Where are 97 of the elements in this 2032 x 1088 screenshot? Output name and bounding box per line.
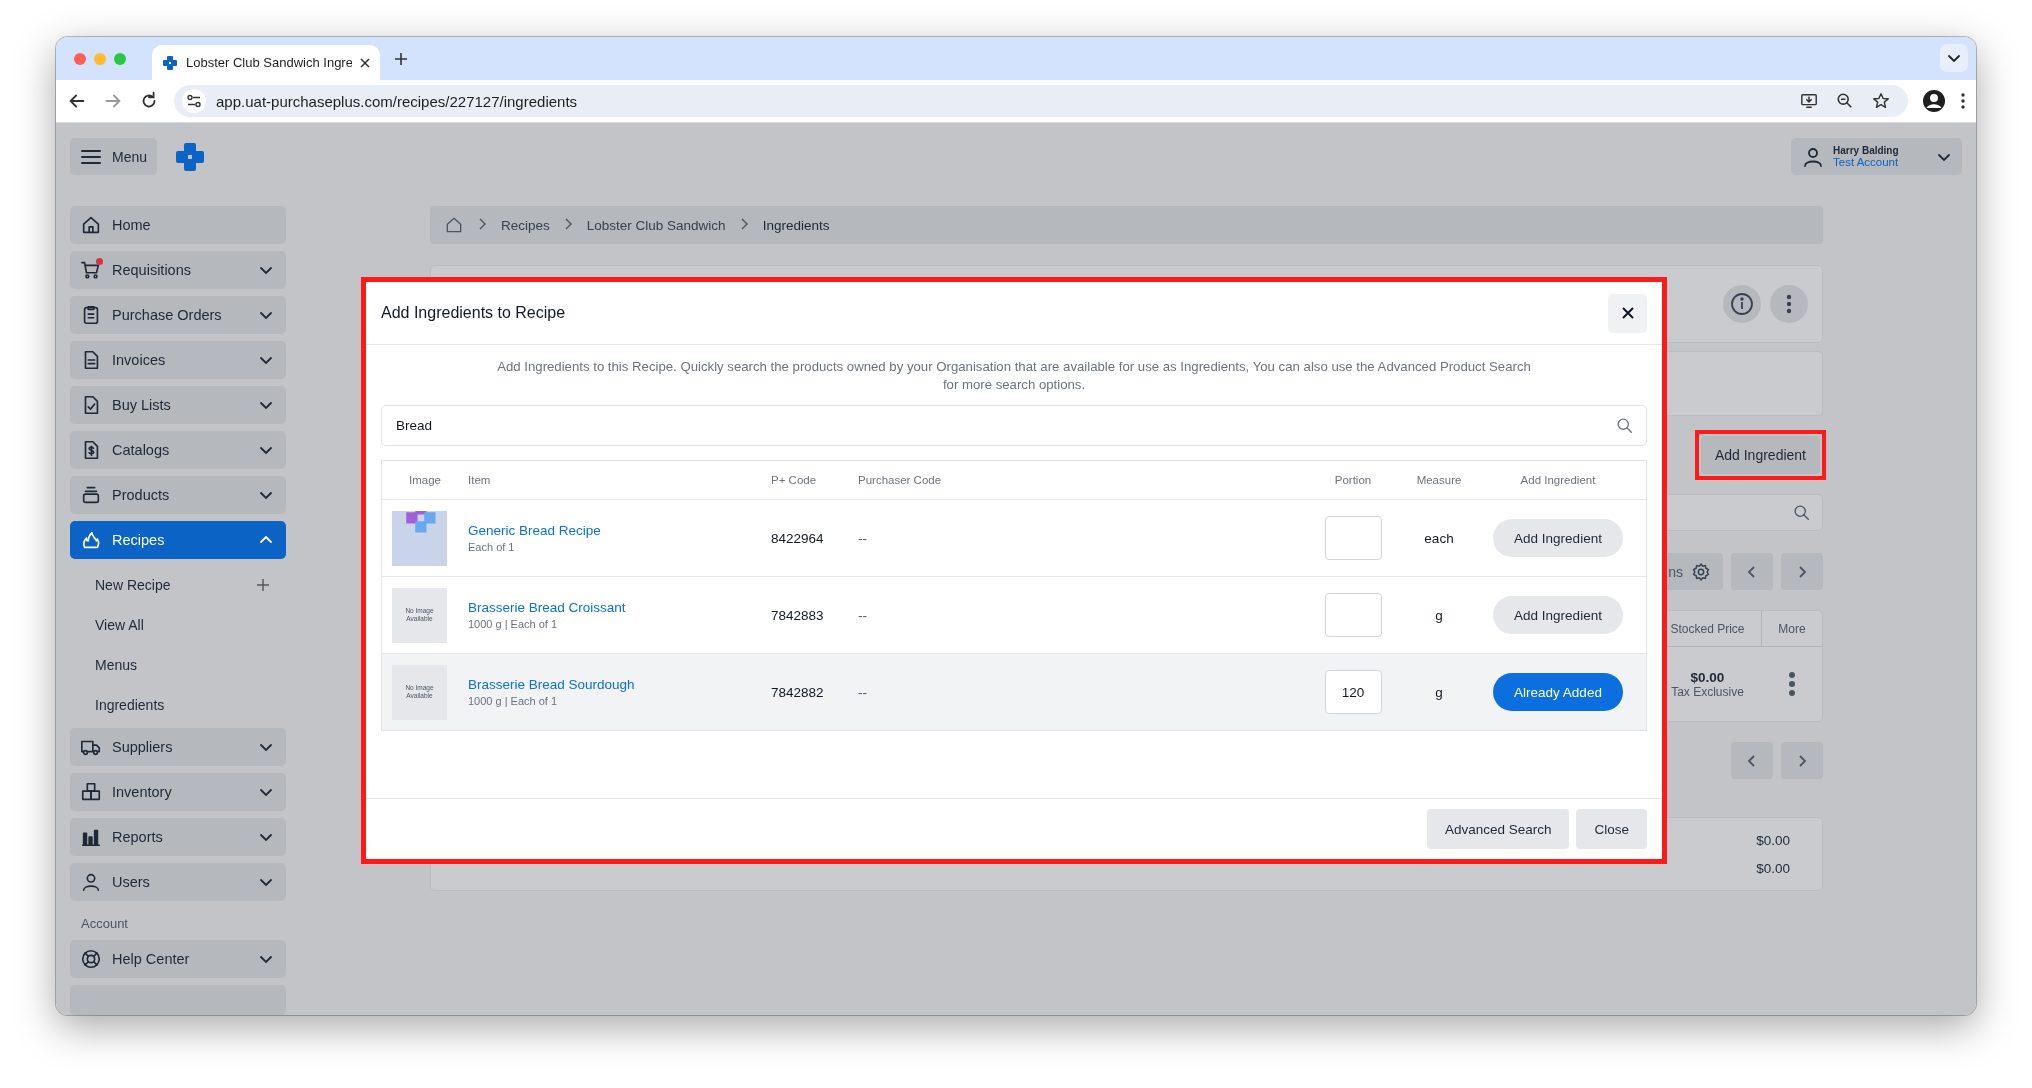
- new-tab-icon[interactable]: [394, 51, 408, 66]
- search-field[interactable]: Bread: [381, 405, 1647, 446]
- column-header: More: [1761, 611, 1822, 646]
- portion-field[interactable]: [1324, 516, 1382, 560]
- product-link[interactable]: Brasserie Bread Sourdough: [468, 677, 771, 692]
- footer-button[interactable]: Close: [1576, 809, 1647, 849]
- boxes-icon: [80, 781, 102, 803]
- sliders-icon: [187, 94, 201, 108]
- total-amount: $0.00: [1756, 860, 1790, 876]
- product-link[interactable]: Brasserie Bread Croissant: [468, 600, 771, 615]
- column-header: Image: [408, 474, 442, 486]
- section-heading: Account: [81, 916, 129, 931]
- sidebar-item[interactable]: Inventory: [70, 773, 286, 811]
- table-cell-text: g: [1434, 607, 1444, 623]
- breadcrumb-link[interactable]: Lobster Club Sandwich: [586, 217, 726, 233]
- table-cell-text: g: [1434, 684, 1444, 700]
- sidebar-item[interactable]: Buy Lists: [70, 386, 286, 424]
- sidebar-item[interactable]: Home: [70, 206, 286, 244]
- user-icon: [80, 871, 102, 893]
- table-cell-text: 7842882: [771, 684, 825, 700]
- info-button[interactable]: [1723, 285, 1761, 323]
- sidebar-item[interactable]: Recipes: [70, 521, 286, 559]
- sidebar-item[interactable]: Products: [70, 476, 286, 514]
- close-icon[interactable]: [360, 57, 370, 68]
- column-header: Portion: [1333, 474, 1373, 486]
- add-ingredient-button[interactable]: Already Added: [1493, 673, 1623, 711]
- add-ingredient-button[interactable]: Add Ingredient: [1700, 436, 1820, 474]
- add-ingredient-button[interactable]: Add Ingredient: [1493, 519, 1623, 557]
- install-icon[interactable]: [1800, 92, 1818, 110]
- tab-list-button[interactable]: [1940, 44, 1968, 72]
- menu-button[interactable]: Menu: [70, 138, 158, 175]
- column-header: Purchaser Code: [858, 474, 943, 486]
- product-detail: 1000 g | Each of 1: [468, 695, 559, 707]
- table-cell-text: 8422964: [771, 530, 825, 546]
- cart-icon: [80, 259, 102, 281]
- sidebar-item[interactable]: Suppliers: [70, 728, 286, 766]
- star-icon[interactable]: [1872, 92, 1890, 110]
- profile-icon[interactable]: [1922, 89, 1946, 113]
- breadcrumb-link[interactable]: Recipes: [501, 217, 550, 233]
- column-header: Item: [468, 474, 492, 486]
- sidebar-subitem[interactable]: New Recipe: [70, 565, 286, 605]
- product-link[interactable]: Generic Bread Recipe: [468, 523, 771, 538]
- sidebar-item[interactable]: Invoices: [70, 341, 286, 379]
- table-cell-text: --: [858, 684, 868, 700]
- plus-icon: [256, 578, 270, 592]
- sidebar-item[interactable]: Users: [70, 863, 286, 901]
- search-icon: [1793, 504, 1810, 521]
- user-name: Harry Balding: [1833, 145, 1900, 156]
- dialog-title: Add Ingredients to Recipe: [381, 304, 566, 322]
- description-text: Add Ingredients to this Recipe. Quickly search the products owned by your Organisation that are available for use as Ingredients, You can also use the Advanced Product Search for more search options.: [496, 358, 1532, 394]
- table-cell-text: --: [858, 607, 868, 623]
- table-row[interactable]: Generic Bread Recipe Each of 1 8422964 -- each Add Ingredient: [382, 500, 1646, 577]
- sidebar-item[interactable]: Help Center: [70, 940, 286, 978]
- sidebar-item[interactable]: Requisitions: [70, 251, 286, 289]
- sidebar-subitem[interactable]: View All: [70, 605, 286, 645]
- table-cell-text: 7842883: [771, 607, 825, 623]
- more-icon[interactable]: [1960, 91, 1966, 111]
- column-header: Add Ingredient: [1519, 474, 1597, 486]
- footer-button[interactable]: Advanced Search: [1426, 809, 1570, 849]
- sidebar-item[interactable]: Catalogs: [70, 431, 286, 469]
- column-header: P+ Code: [771, 474, 818, 486]
- close-icon: [1620, 306, 1635, 320]
- kebab-icon[interactable]: [1787, 671, 1796, 697]
- flame-icon: [80, 529, 102, 551]
- table-cell-text: --: [858, 530, 868, 546]
- tax-note: Tax Exclusive: [1670, 684, 1745, 699]
- info-icon: [1730, 292, 1754, 316]
- portion-field[interactable]: 120: [1324, 670, 1382, 714]
- home-icon: [80, 214, 102, 236]
- add-ingredient-button[interactable]: Add Ingredient: [1493, 596, 1623, 634]
- close-button[interactable]: [1608, 293, 1647, 333]
- portion-field[interactable]: [1324, 593, 1382, 637]
- account-name: Test Account: [1833, 156, 1900, 168]
- user-menu-button[interactable]: Harry Balding Test Account: [1791, 138, 1962, 175]
- menu-icon: [80, 148, 102, 165]
- product-detail: Each of 1: [468, 541, 516, 553]
- sidebar-item[interactable]: Purchase Orders: [70, 296, 286, 334]
- browser-tab[interactable]: Lobster Club Sandwich Ingre: [152, 45, 380, 80]
- column-header: Measure: [1415, 474, 1463, 486]
- search-icon: [1616, 417, 1633, 434]
- sidebar-item[interactable]: Reports: [70, 818, 286, 856]
- stack-icon: [80, 484, 102, 506]
- more-button[interactable]: [1770, 285, 1808, 323]
- product-detail: 1000 g | Each of 1: [468, 618, 559, 630]
- zoom-icon[interactable]: [1836, 92, 1854, 110]
- lifebuoy-icon: [80, 948, 102, 970]
- logo-icon: [162, 54, 178, 71]
- total-amount: $0.00: [1756, 832, 1790, 848]
- home-icon[interactable]: [444, 215, 464, 235]
- gear-icon: [1691, 561, 1711, 582]
- sidebar-subitem[interactable]: Menus: [70, 645, 286, 685]
- sidebar-subitem[interactable]: Ingredients: [70, 685, 286, 725]
- table-cell-text: each: [1423, 530, 1455, 546]
- logo-icon: [174, 140, 207, 173]
- kebab-icon: [1786, 294, 1792, 314]
- price-text: $0.00: [1689, 669, 1726, 685]
- site-settings-button[interactable]: [182, 89, 206, 113]
